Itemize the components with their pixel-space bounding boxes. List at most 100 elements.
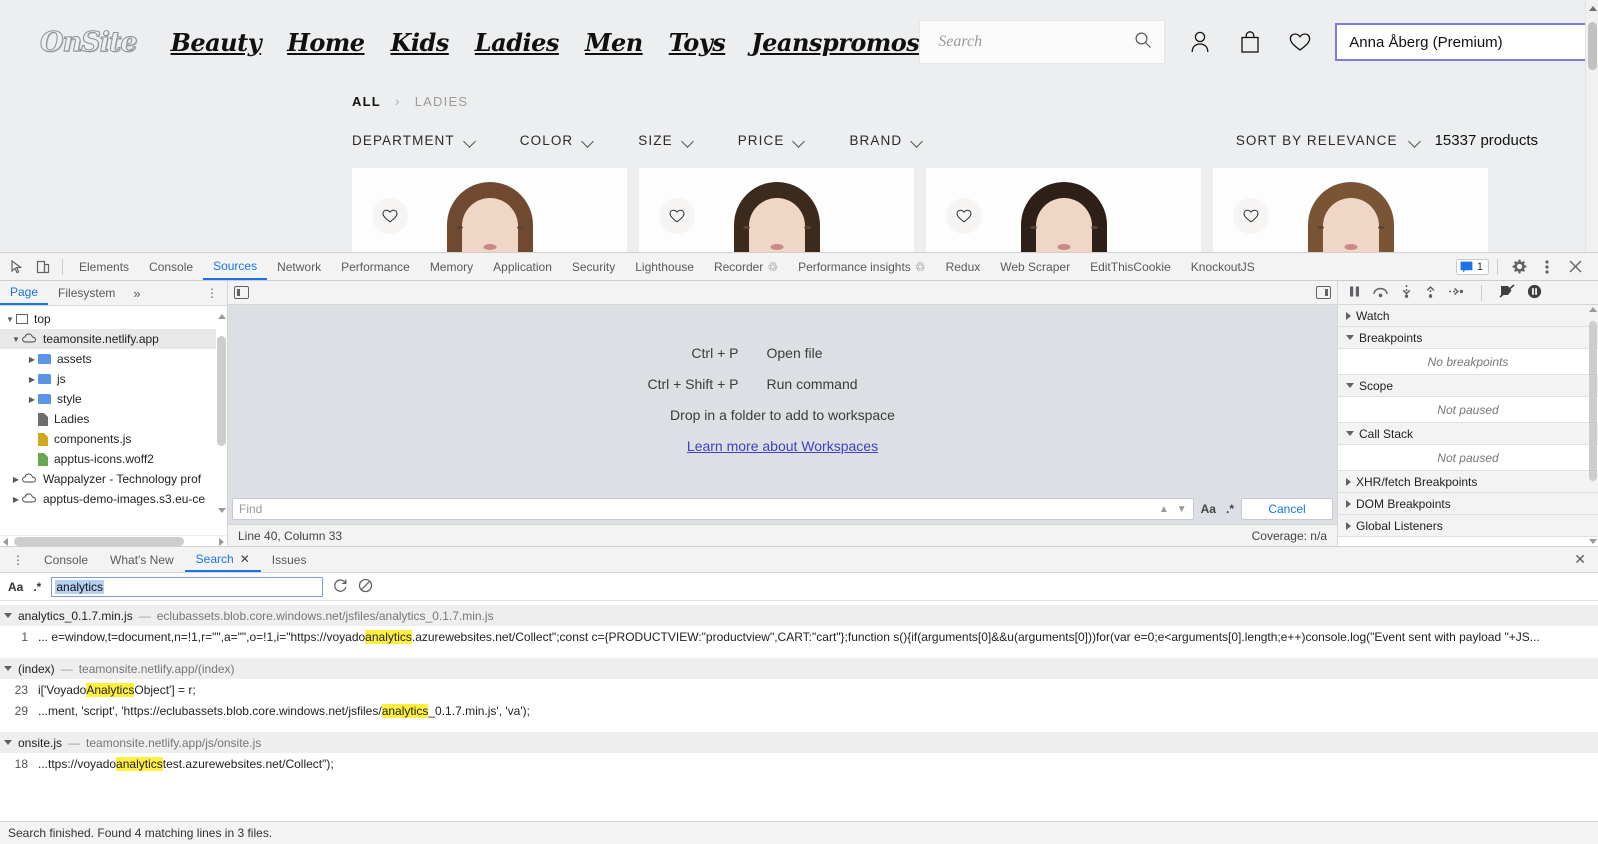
find-next-icon[interactable]: ▼ <box>1177 504 1187 515</box>
product-card[interactable] <box>352 168 627 252</box>
site-search-input[interactable]: Search <box>938 33 1134 51</box>
drawer-tab-search[interactable]: Search ✕ <box>184 547 261 572</box>
tree-item-assets[interactable]: ▶ assets <box>0 349 227 369</box>
site-search-box[interactable]: Search <box>919 20 1166 64</box>
message-count-badge[interactable]: 1 <box>1455 258 1489 275</box>
tab-sources[interactable]: Sources <box>203 253 268 280</box>
search-result-line[interactable]: 1 ... e=window,t=document,n=!1,r="",a=""… <box>0 626 1598 647</box>
tab-memory[interactable]: Memory <box>420 253 483 280</box>
page-scrollbar[interactable] <box>1585 0 1598 252</box>
filter-brand[interactable]: BRAND <box>849 133 923 148</box>
pause-script-icon[interactable] <box>1348 285 1361 301</box>
search-match-case-toggle[interactable]: Aa <box>8 580 23 594</box>
tree-item-apptus-demo-images[interactable]: ▶ apptus-demo-images.s3.eu-ce <box>0 489 227 509</box>
search-regex-toggle[interactable]: .* <box>33 580 41 594</box>
nav-link-men[interactable]: Men <box>585 28 643 57</box>
tree-item-js[interactable]: ▶ js <box>0 369 227 389</box>
clear-search-icon[interactable] <box>358 578 373 596</box>
deactivate-breakpoints-icon[interactable] <box>1499 284 1516 301</box>
navigator-options-kebab-icon[interactable]: ⋮ <box>198 286 227 300</box>
debugger-section-global-listeners[interactable]: Global Listeners <box>1338 515 1598 537</box>
filter-size[interactable]: SIZE <box>638 133 693 148</box>
favorite-button[interactable] <box>372 198 408 234</box>
page-scrollbar-thumb[interactable] <box>1588 22 1597 70</box>
scroll-down-icon[interactable] <box>218 508 226 513</box>
search-result-line[interactable]: 23 i['VoyadoAnalyticsObject'] = r; <box>0 679 1598 700</box>
debugger-section-watch[interactable]: Watch <box>1338 305 1598 327</box>
expand-arrow-icon[interactable]: ▼ <box>10 335 22 344</box>
favorite-button[interactable] <box>659 198 695 234</box>
debugger-section-call-stack[interactable]: Call Stack <box>1338 423 1598 445</box>
tab-performance[interactable]: Performance <box>331 253 420 280</box>
collapse-arrow-icon[interactable]: ▶ <box>26 355 38 364</box>
search-result-file-header[interactable]: (index) — teamonsite.netlify.app/(index) <box>0 658 1598 679</box>
collapse-arrow-icon[interactable]: ▶ <box>10 475 22 484</box>
drawer-options-kebab-icon[interactable]: ⋮ <box>4 553 33 567</box>
close-drawer-icon[interactable]: ✕ <box>1562 551 1598 568</box>
file-tree-scrollbar-thumb[interactable] <box>217 336 226 446</box>
favorite-button[interactable] <box>946 198 982 234</box>
search-result-line[interactable]: 18 ...ttps://voyadoanalyticstest.azurewe… <box>0 753 1598 774</box>
tab-web-scraper[interactable]: Web Scraper <box>990 253 1080 280</box>
step-over-icon[interactable] <box>1372 285 1389 301</box>
file-tree-scrollbar[interactable] <box>216 306 227 535</box>
find-input[interactable]: Find ▲ ▼ <box>232 498 1194 520</box>
nav-link-toys[interactable]: Toys <box>669 28 726 57</box>
scroll-up-icon[interactable] <box>218 314 226 319</box>
filter-price[interactable]: PRICE <box>738 133 806 148</box>
find-match-case-toggle[interactable]: Aa <box>1198 502 1219 516</box>
debugger-section-xhr-breakpoints[interactable]: XHR/fetch Breakpoints <box>1338 471 1598 493</box>
tab-editthiscookie[interactable]: EditThisCookie <box>1080 253 1181 280</box>
tab-network[interactable]: Network <box>267 253 331 280</box>
search-query-input[interactable]: analytics <box>51 576 324 597</box>
scroll-up-icon[interactable] <box>1589 6 1597 11</box>
scroll-up-icon[interactable] <box>1589 307 1597 312</box>
scroll-down-icon[interactable] <box>1589 539 1597 544</box>
close-devtools-icon[interactable] <box>1562 255 1588 279</box>
drawer-tab-issues[interactable]: Issues <box>261 547 318 572</box>
site-logo[interactable]: OnSite <box>40 26 139 58</box>
tree-item-components-js[interactable]: components.js <box>0 429 227 449</box>
expand-arrow-icon[interactable]: ▼ <box>4 315 16 324</box>
drawer-tab-whats-new[interactable]: What's New <box>99 547 185 572</box>
drawer-tab-console[interactable]: Console <box>33 547 99 572</box>
refresh-search-icon[interactable] <box>333 578 348 596</box>
nav-link-jeanspromos[interactable]: Jeanspromos <box>751 28 919 57</box>
pause-on-exceptions-icon[interactable] <box>1527 284 1542 302</box>
tree-item-top[interactable]: ▼ top <box>0 309 227 329</box>
cart-button[interactable] <box>1235 27 1265 57</box>
more-options-kebab-icon[interactable] <box>1534 255 1560 279</box>
find-cancel-button[interactable]: Cancel <box>1241 498 1333 520</box>
tab-recorder[interactable]: Recorder ♲ <box>704 253 788 280</box>
show-debugger-icon[interactable] <box>1316 286 1331 299</box>
filter-department[interactable]: DEPARTMENT <box>352 133 476 148</box>
step-icon[interactable] <box>1448 285 1464 301</box>
account-button[interactable] <box>1185 27 1215 57</box>
wishlist-button[interactable] <box>1285 27 1315 57</box>
close-search-tab-icon[interactable]: ✕ <box>240 552 250 566</box>
file-tree-horizontal-scrollbar[interactable] <box>0 535 227 546</box>
step-out-icon[interactable] <box>1424 284 1437 301</box>
debugger-section-scope[interactable]: Scope <box>1338 375 1598 397</box>
scroll-right-icon[interactable] <box>219 538 224 546</box>
favorite-button[interactable] <box>1233 198 1269 234</box>
search-result-file-header[interactable]: onsite.js — teamonsite.netlify.app/js/on… <box>0 732 1598 753</box>
debugger-scrollbar[interactable] <box>1588 305 1598 546</box>
tree-item-wappalyzer[interactable]: ▶ Wappalyzer - Technology prof <box>0 469 227 489</box>
nav-link-home[interactable]: Home <box>287 28 365 57</box>
navigator-more-tabs-icon[interactable]: » <box>125 286 148 301</box>
debugger-section-breakpoints[interactable]: Breakpoints <box>1338 327 1598 349</box>
tree-item-ladies[interactable]: Ladies <box>0 409 227 429</box>
collapse-arrow-icon[interactable]: ▶ <box>10 495 22 504</box>
inspect-element-icon[interactable] <box>4 255 30 279</box>
product-card[interactable] <box>639 168 914 252</box>
debugger-scrollbar-thumb[interactable] <box>1589 321 1597 481</box>
navigator-tab-page[interactable]: Page <box>0 281 49 305</box>
hide-navigator-icon[interactable] <box>234 286 249 299</box>
search-result-line[interactable]: 29 ...ment, 'script', 'https://eclubasse… <box>0 700 1598 721</box>
tab-application[interactable]: Application <box>483 253 562 280</box>
filter-color[interactable]: COLOR <box>520 133 595 148</box>
tab-elements[interactable]: Elements <box>69 253 139 280</box>
workspaces-link[interactable]: Learn more about Workspaces <box>687 438 878 454</box>
find-previous-icon[interactable]: ▲ <box>1159 504 1169 515</box>
